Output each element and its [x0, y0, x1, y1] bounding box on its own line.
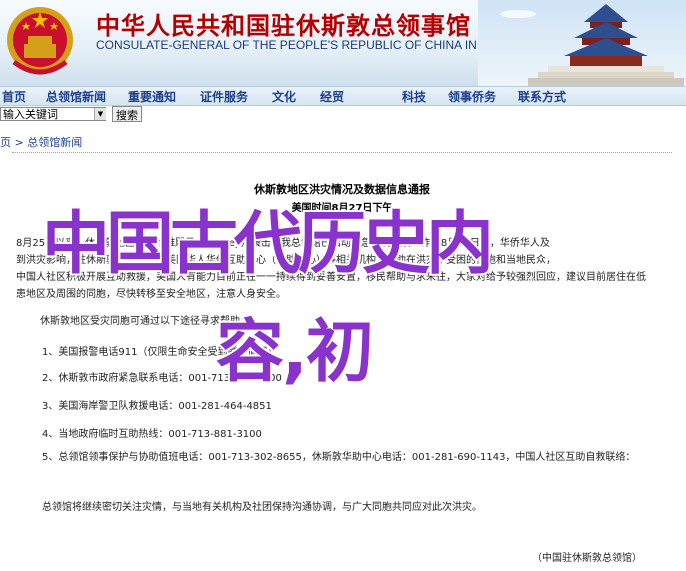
list-item: 5、总领馆领事保护与协助值班电话：001-713-302-8655，休斯敦华助中…: [42, 452, 636, 463]
list-item: 1、美国报警电话911（仅限生命安全受到威胁情况）: [42, 347, 278, 358]
nav-item-consulate-news[interactable]: 总领馆新闻: [46, 88, 106, 105]
search-button[interactable]: 搜索: [112, 106, 142, 122]
nav-item-notices[interactable]: 重要通知: [128, 88, 176, 105]
article-title: 休斯敦地区洪灾情况及数据信息通报: [254, 183, 430, 196]
nav-item-home[interactable]: 首页: [2, 88, 26, 105]
list-item: 3、美国海岸警卫队救援电话：001-281-464-4851: [42, 401, 272, 412]
breadcrumb-separator: >: [14, 136, 24, 149]
search-bar: ▼ 搜索: [0, 106, 300, 124]
main-nav: 首页 总领馆新闻 重要通知 证件服务 文化 经贸 科技 领事侨务 联系方式: [0, 86, 686, 106]
paragraph-line: 患地区及周围的同胞，尽快转移至安全地区，注意人身安全。: [16, 289, 286, 300]
article-subtitle: 美国时间8月27日下午: [291, 203, 393, 214]
nav-item-documents[interactable]: 证件服务: [200, 88, 248, 105]
nav-item-contact[interactable]: 联系方式: [518, 88, 566, 105]
search-input[interactable]: [0, 107, 106, 121]
article-paragraph-2: 休斯敦地区受灾同胞可通过以下途径寻求帮助：: [40, 316, 250, 327]
breadcrumb-home[interactable]: 页: [0, 136, 11, 149]
article-content: 休斯敦地区洪灾情况及数据信息通报 美国时间8月27日下午 8月25日以来，休斯敦…: [12, 152, 672, 565]
nav-item-consular[interactable]: 领事侨务: [448, 88, 496, 105]
article-signature: （中国驻休斯敦总领馆）: [532, 553, 642, 564]
site-banner: 中华人民共和国驻休斯敦总领事馆 CONSULATE-GENERAL OF THE…: [0, 0, 686, 86]
site-subtitle: CONSULATE-GENERAL OF THE PEOPLE'S REPUBL…: [96, 38, 540, 52]
breadcrumb: 页 > 总领馆新闻: [0, 134, 82, 150]
paragraph-line: 8月25日以来，休斯敦地区遭受哈维飓风（Harvey）袭击，我总领馆已启动应急机…: [16, 238, 550, 249]
nav-item-tech[interactable]: 科技: [402, 88, 426, 105]
national-emblem-icon: [7, 7, 73, 75]
nav-item-trade[interactable]: 经贸: [320, 88, 344, 105]
site-title: 中华人民共和国驻休斯敦总领事馆: [96, 11, 471, 40]
list-item: 2、休斯敦市政府紧急联系电话：001-713-884-4500: [42, 373, 282, 384]
list-item: 4、当地政府临时互助热线：001-713-881-3100: [42, 429, 262, 440]
article-closing: 总领馆将继续密切关注灾情，与当地有关机构及社团保持沟通协调，与广大同胞共同应对此…: [42, 502, 482, 513]
article-paragraph-1: 8月25日以来，休斯敦地区遭受哈维飓风（Harvey）袭击，我总领馆已启动应急机…: [16, 235, 646, 303]
dropdown-arrow-icon[interactable]: ▼: [94, 108, 106, 120]
temple-icon: [478, 0, 686, 86]
paragraph-line: 到洪灾影响，驻休斯敦总领馆会同美国华人华侨互助中心（华助中心）等相关机构，帮助在…: [16, 255, 556, 266]
breadcrumb-current[interactable]: 总领馆新闻: [27, 136, 82, 149]
paragraph-line: 中国人社区积极开展互助救援，美国人有能力目前正在一一持续得到妥善安置，移民帮助与…: [16, 272, 646, 283]
nav-item-culture[interactable]: 文化: [272, 88, 296, 105]
